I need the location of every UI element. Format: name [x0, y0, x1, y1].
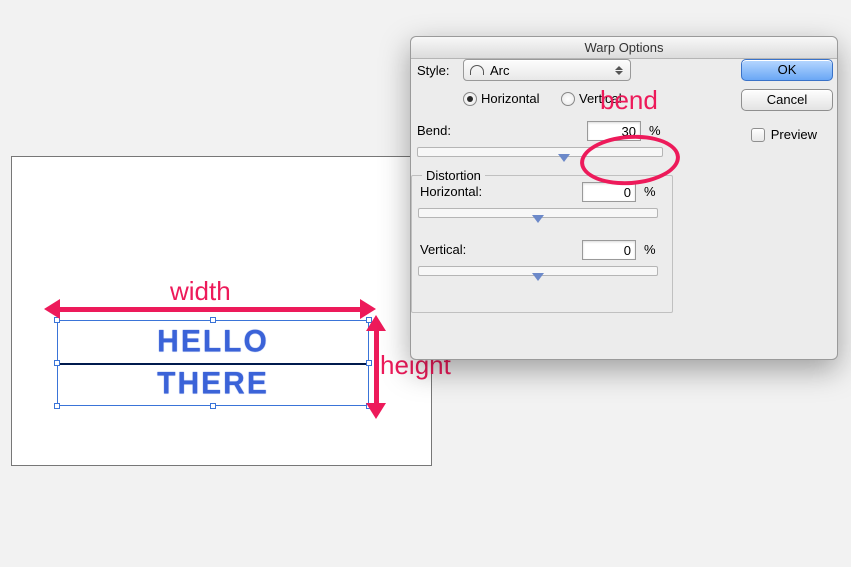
preview-label: Preview: [771, 127, 817, 142]
distortion-group: Distortion Horizontal: % Vertical: %: [411, 175, 673, 313]
dist-vertical-slider[interactable]: [418, 266, 658, 276]
dropdown-caret-icon: [612, 62, 626, 78]
handle-bl[interactable]: [54, 403, 60, 409]
preview-checkbox[interactable]: Preview: [751, 127, 817, 142]
annotation-bend: bend: [600, 85, 658, 116]
height-arrow-icon: [374, 329, 379, 405]
dist-horizontal-label: Horizontal:: [420, 184, 482, 199]
handle-ml[interactable]: [54, 360, 60, 366]
handle-mr[interactable]: [366, 360, 372, 366]
bend-slider[interactable]: [417, 147, 663, 157]
checkbox-box-icon: [751, 128, 765, 142]
arc-icon: [470, 65, 484, 75]
dist-vertical-label: Vertical:: [420, 242, 466, 257]
dist-h-pct: %: [644, 184, 656, 199]
radio-dot-icon: [561, 92, 575, 106]
dialog-title[interactable]: Warp Options: [411, 37, 837, 59]
bend-input[interactable]: [587, 121, 641, 141]
orientation-horizontal-label: Horizontal: [481, 91, 540, 106]
ok-button[interactable]: OK: [741, 59, 833, 81]
annotation-width: width: [170, 276, 231, 307]
handle-bm[interactable]: [210, 403, 216, 409]
dist-horizontal-slider[interactable]: [418, 208, 658, 218]
style-dropdown[interactable]: Arc: [463, 59, 631, 81]
orientation-horizontal-radio[interactable]: Horizontal: [463, 91, 540, 106]
dist-v-pct: %: [644, 242, 656, 257]
distortion-legend: Distortion: [422, 168, 485, 183]
style-value: Arc: [490, 63, 510, 78]
dist-horizontal-input[interactable]: [582, 182, 636, 202]
selection-midline: [57, 363, 369, 365]
handle-tm[interactable]: [210, 317, 216, 323]
bend-pct: %: [649, 123, 661, 138]
dist-vertical-input[interactable]: [582, 240, 636, 260]
radio-dot-icon: [463, 92, 477, 106]
cancel-button[interactable]: Cancel: [741, 89, 833, 111]
bend-label: Bend:: [417, 123, 451, 138]
width-arrow-icon: [58, 307, 362, 312]
style-label: Style:: [417, 63, 450, 78]
